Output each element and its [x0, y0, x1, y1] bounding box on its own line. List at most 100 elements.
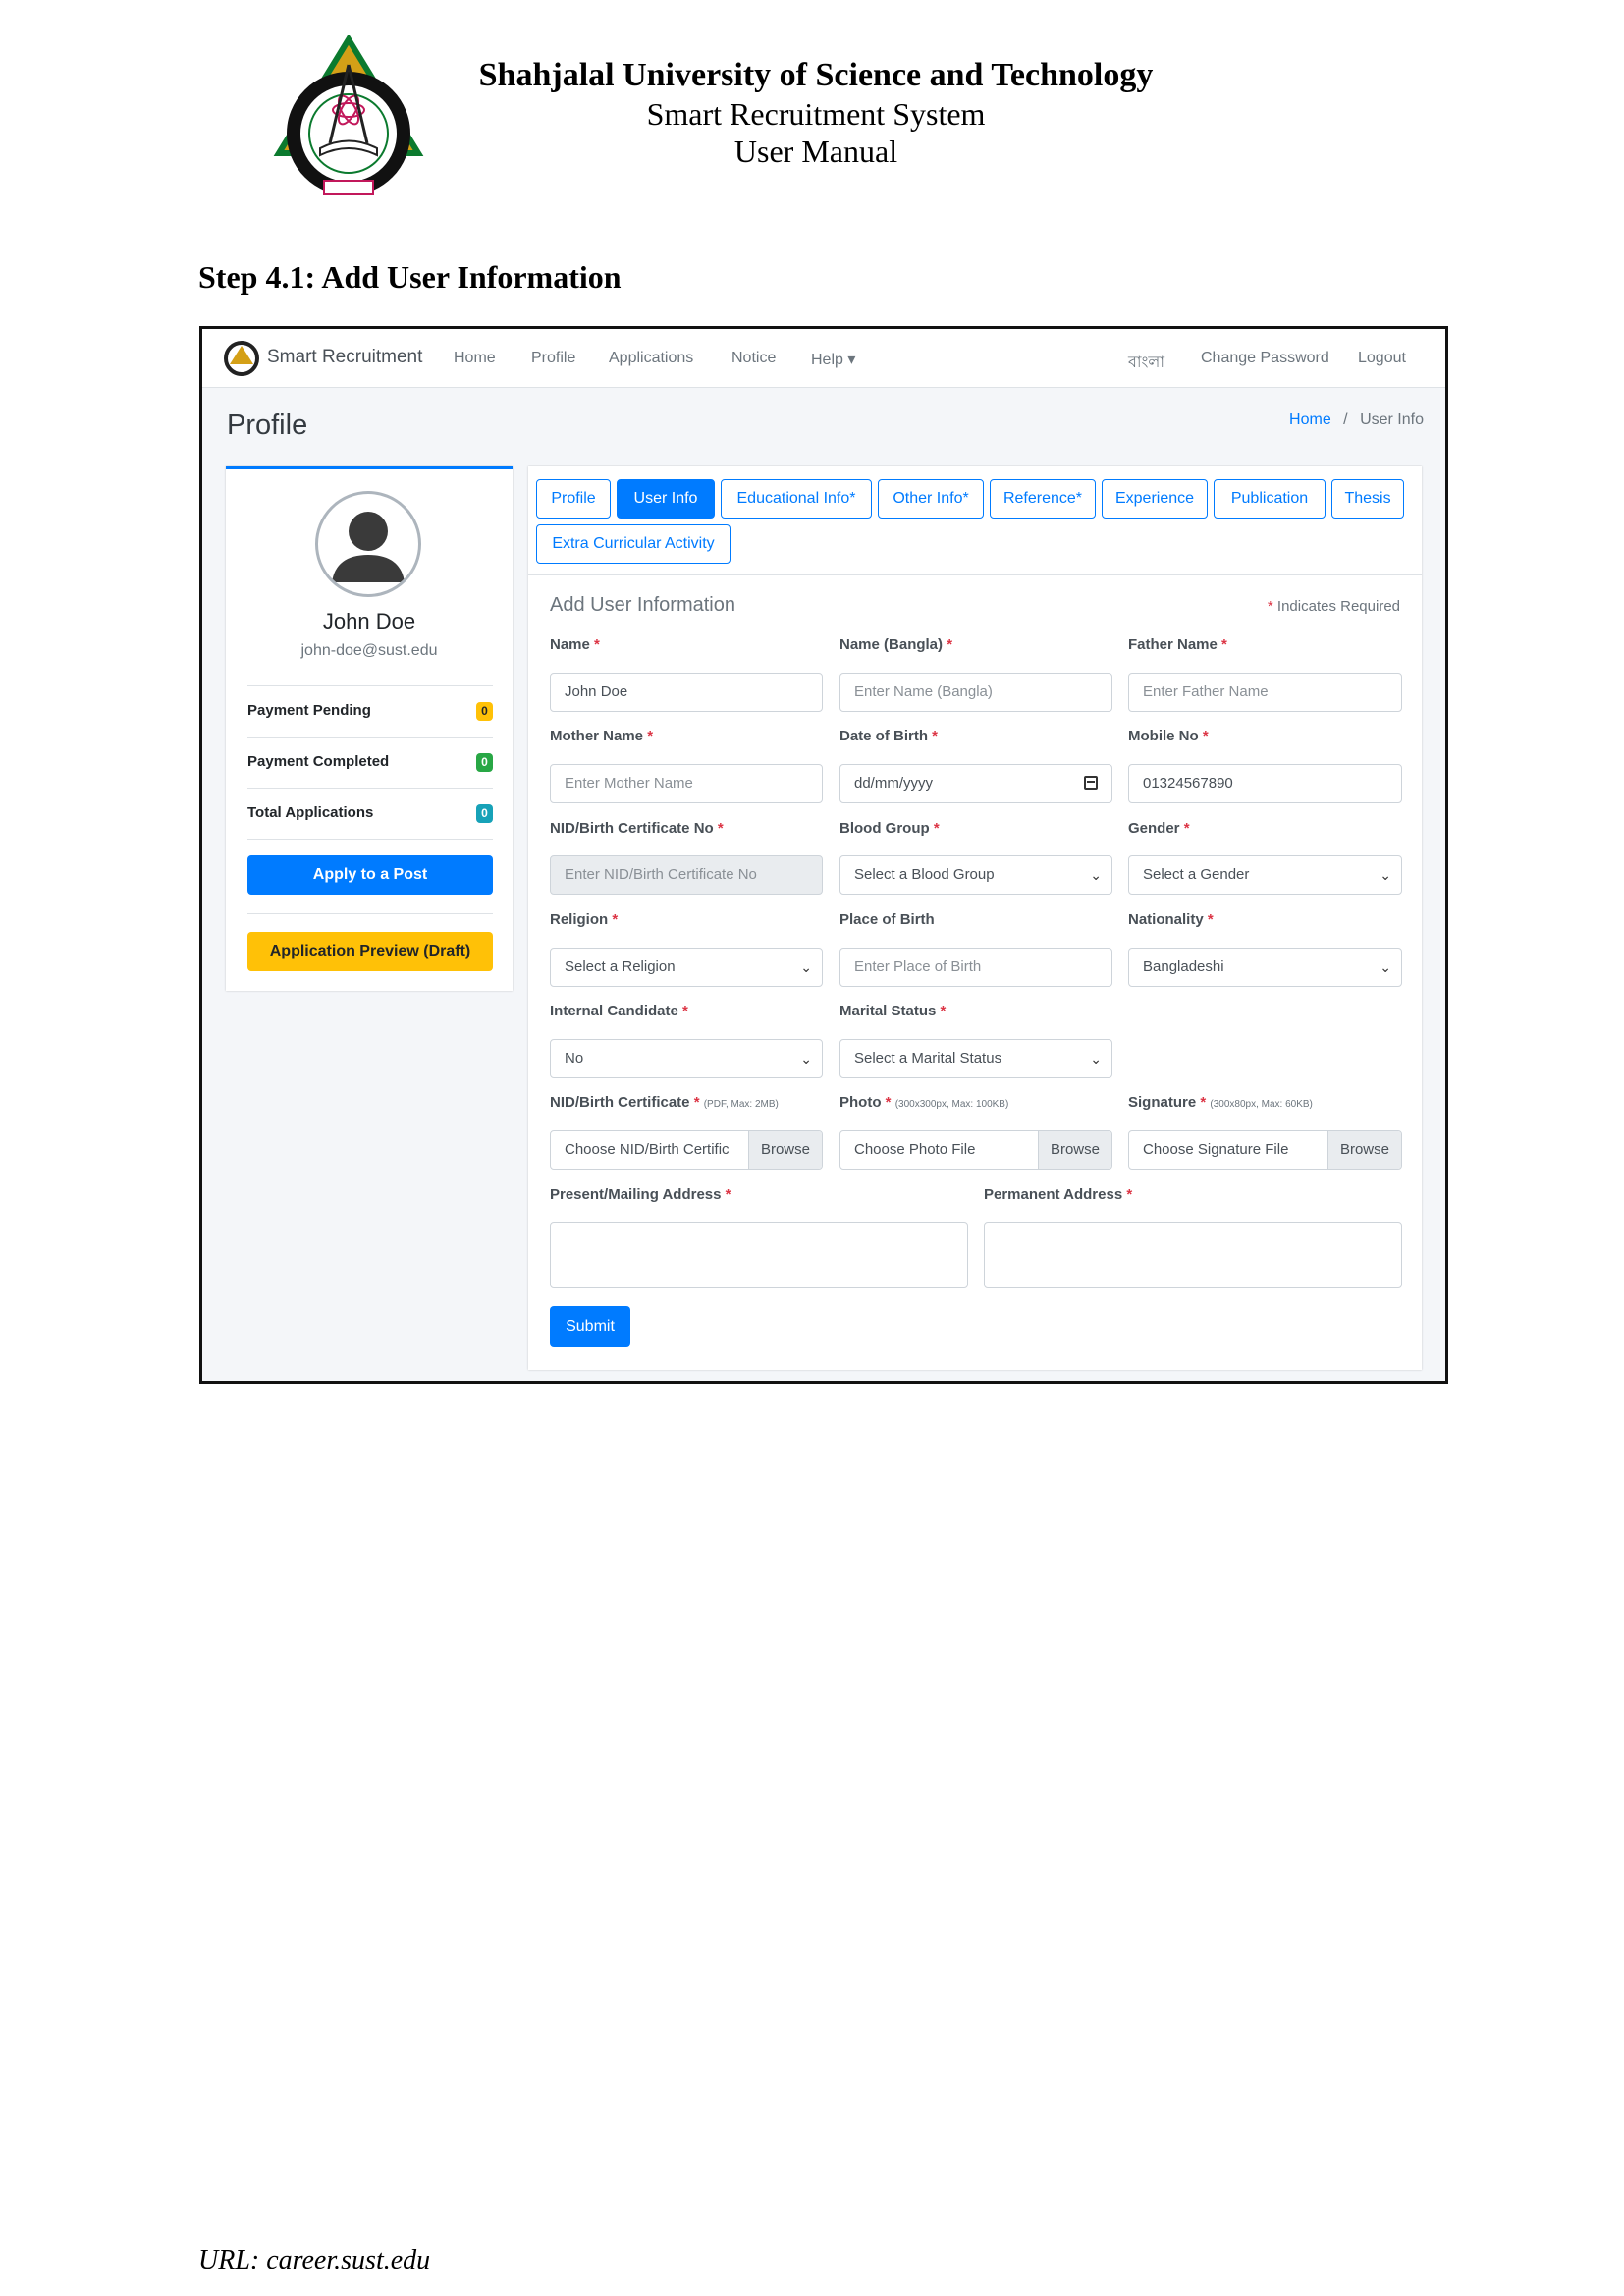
nav-home[interactable]: Home	[454, 350, 496, 367]
photo-file-input[interactable]: Choose Photo File Browse	[839, 1130, 1112, 1170]
required-note-text: Indicates Required	[1276, 598, 1400, 615]
apply-to-post-button[interactable]: Apply to a Post	[247, 855, 493, 895]
blood-group-select[interactable]: Select a Blood Group ⌄	[839, 855, 1112, 895]
chevron-down-icon: ⌄	[1380, 959, 1391, 975]
nav-profile[interactable]: Profile	[531, 350, 575, 367]
profile-tabs: Profile User Info Educational Info* Othe…	[528, 466, 1422, 575]
nav-help-dropdown[interactable]: Help ▾	[811, 350, 855, 369]
brand-name[interactable]: Smart Recruitment	[267, 347, 422, 368]
tab-extra-curricular[interactable]: Extra Curricular Activity	[536, 524, 731, 564]
nav-change-password[interactable]: Change Password	[1201, 350, 1329, 367]
present-address-label: Present/Mailing Address *	[550, 1186, 731, 1203]
nav-applications[interactable]: Applications	[609, 350, 693, 367]
marital-status-label: Marital Status *	[839, 1003, 947, 1019]
footer-url: URL: career.sust.edu	[198, 2245, 431, 2275]
chevron-down-icon: ⌄	[800, 959, 812, 975]
nationality-select[interactable]: Bangladeshi ⌄	[1128, 948, 1402, 987]
breadcrumb-separator: /	[1343, 411, 1348, 428]
count-badge: 0	[476, 804, 493, 823]
stat-total-applications: Total Applications 0	[247, 788, 493, 840]
name-input[interactable]: John Doe	[550, 673, 823, 712]
doc-title-university: Shahjalal University of Science and Tech…	[478, 57, 1154, 93]
divider	[247, 913, 493, 914]
signature-file-input[interactable]: Choose Signature File Browse	[1128, 1130, 1402, 1170]
mother-name-input[interactable]: Enter Mother Name	[550, 764, 823, 803]
religion-label: Religion *	[550, 911, 619, 928]
user-name: John Doe	[322, 609, 416, 633]
dob-input[interactable]: dd/mm/yyyy	[839, 764, 1112, 803]
tab-profile[interactable]: Profile	[536, 479, 611, 519]
chevron-down-icon: ⌄	[1380, 867, 1391, 883]
gender-select[interactable]: Select a Gender ⌄	[1128, 855, 1402, 895]
divider	[247, 839, 493, 840]
tab-experience[interactable]: Experience	[1102, 479, 1208, 519]
brand-logo-icon	[224, 341, 259, 376]
mobile-label: Mobile No *	[1128, 728, 1209, 744]
breadcrumb-current: User Info	[1360, 411, 1424, 428]
internal-candidate-label: Internal Candidate *	[550, 1003, 688, 1019]
place-of-birth-input[interactable]: Enter Place of Birth	[839, 948, 1112, 987]
application-preview-button[interactable]: Application Preview (Draft)	[247, 932, 493, 971]
name-bangla-label: Name (Bangla) *	[839, 636, 953, 653]
mobile-input[interactable]: 01324567890	[1128, 764, 1402, 803]
calendar-icon[interactable]	[1084, 776, 1098, 790]
name-bangla-input[interactable]: Enter Name (Bangla)	[839, 673, 1112, 712]
user-email: john-doe@sust.edu	[300, 642, 438, 659]
gender-label: Gender *	[1128, 820, 1190, 837]
count-badge: 0	[476, 753, 493, 772]
signature-file-label: Signature * (300x80px, Max: 60KB)	[1128, 1094, 1313, 1111]
father-name-input[interactable]: Enter Father Name	[1128, 673, 1402, 712]
user-avatar-icon	[332, 512, 405, 582]
permanent-address-label: Permanent Address *	[984, 1186, 1133, 1203]
count-badge: 0	[476, 702, 493, 721]
breadcrumb: Home / User Info	[1289, 411, 1424, 429]
required-mark: *	[1267, 598, 1273, 615]
place-of-birth-label: Place of Birth	[839, 911, 935, 928]
present-address-textarea[interactable]	[550, 1222, 968, 1288]
sust-logo	[273, 35, 424, 195]
stat-label: Payment Completed	[247, 753, 390, 770]
permanent-address-textarea[interactable]	[984, 1222, 1402, 1288]
browse-button[interactable]: Browse	[1326, 1131, 1401, 1169]
browse-button[interactable]: Browse	[747, 1131, 822, 1169]
blood-group-label: Blood Group *	[839, 820, 940, 837]
religion-select[interactable]: Select a Religion ⌄	[550, 948, 823, 987]
top-navbar: Smart Recruitment Home Profile Applicati…	[202, 329, 1445, 388]
tab-thesis[interactable]: Thesis	[1331, 479, 1404, 519]
nid-file-input[interactable]: Choose NID/Birth Certific Browse	[550, 1130, 823, 1170]
nav-notice[interactable]: Notice	[731, 350, 776, 367]
nid-input[interactable]: Enter NID/Birth Certificate No	[550, 855, 823, 895]
tab-publication[interactable]: Publication	[1214, 479, 1326, 519]
app-screenshot: Smart Recruitment Home Profile Applicati…	[199, 326, 1448, 1384]
avatar	[315, 491, 421, 597]
required-note: * Indicates Required	[1268, 598, 1400, 615]
tab-reference[interactable]: Reference*	[990, 479, 1096, 519]
stat-label: Payment Pending	[247, 702, 371, 719]
name-label: Name *	[550, 636, 600, 653]
chevron-down-icon: ⌄	[800, 1051, 812, 1066]
marital-status-select[interactable]: Select a Marital Status ⌄	[839, 1039, 1112, 1078]
chevron-down-icon: ⌄	[1090, 867, 1102, 883]
doc-title-manual: User Manual	[733, 134, 898, 169]
tab-user-info[interactable]: User Info	[617, 479, 715, 519]
form-title: Add User Information	[550, 594, 735, 616]
submit-button[interactable]: Submit	[550, 1306, 630, 1347]
father-name-label: Father Name *	[1128, 636, 1227, 653]
browse-button[interactable]: Browse	[1037, 1131, 1111, 1169]
profile-card: John Doe john-doe@sust.edu Payment Pendi…	[226, 466, 513, 991]
dob-label: Date of Birth *	[839, 728, 939, 744]
user-info-form-card: Profile User Info Educational Info* Othe…	[528, 466, 1422, 1370]
photo-file-label: Photo * (300x300px, Max: 100KB)	[839, 1094, 1009, 1111]
tab-educational-info[interactable]: Educational Info*	[721, 479, 872, 519]
breadcrumb-home[interactable]: Home	[1289, 411, 1331, 428]
nid-file-label: NID/Birth Certificate * (PDF, Max: 2MB)	[550, 1094, 779, 1111]
stat-payment-completed: Payment Completed 0	[247, 737, 493, 789]
stat-payment-pending: Payment Pending 0	[247, 685, 493, 738]
chevron-down-icon: ⌄	[1090, 1051, 1102, 1066]
nid-label: NID/Birth Certificate No *	[550, 820, 724, 837]
doc-title-system: Smart Recruitment System	[646, 96, 986, 132]
tab-other-info[interactable]: Other Info*	[878, 479, 984, 519]
nav-language-bangla[interactable]: বাংলা	[1128, 350, 1164, 376]
nav-logout[interactable]: Logout	[1358, 350, 1406, 367]
internal-candidate-select[interactable]: No ⌄	[550, 1039, 823, 1078]
